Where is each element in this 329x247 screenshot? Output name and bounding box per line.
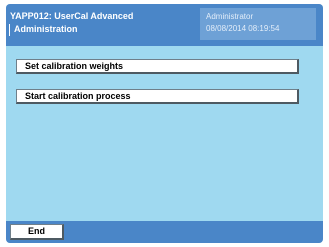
page-title: YAPP012: UserCal Advanced Administration	[10, 10, 188, 36]
end-button[interactable]: End	[10, 224, 64, 240]
set-calibration-weights-button[interactable]: Set calibration weights	[16, 59, 299, 74]
start-calibration-process-button[interactable]: Start calibration process	[16, 89, 299, 104]
title-divider	[9, 24, 10, 36]
app-window: YAPP012: UserCal Advanced Administration…	[6, 4, 323, 243]
title-line-1: YAPP012: UserCal Advanced	[10, 11, 134, 21]
header-bar: YAPP012: UserCal Advanced Administration…	[6, 4, 323, 46]
user-info-panel: Administrator 08/08/2014 08:19:54	[200, 8, 316, 40]
title-line-2: Administration	[14, 24, 78, 34]
user-name: Administrator	[206, 12, 254, 21]
date-time: 08/08/2014 08:19:54	[206, 24, 280, 33]
footer-bar: End	[6, 221, 323, 243]
